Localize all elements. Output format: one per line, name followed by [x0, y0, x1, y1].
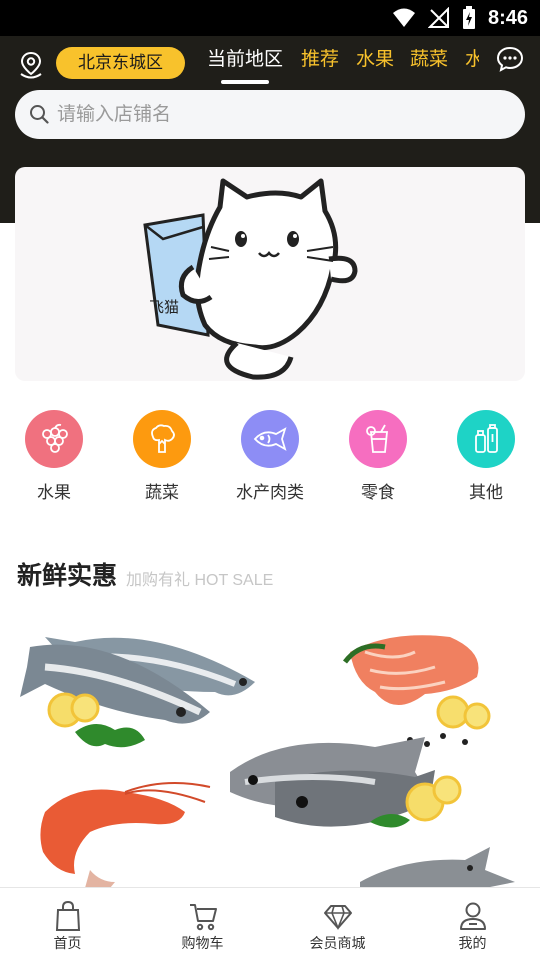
nav-home[interactable]: 首页	[0, 888, 135, 960]
category-fruit[interactable]: 水果	[0, 410, 108, 503]
nav-label: 会员商城	[309, 935, 366, 951]
category-label: 零食	[361, 483, 395, 502]
category-other[interactable]: 其他	[432, 410, 540, 503]
cat-mascot-logo: 飞猫	[143, 178, 358, 380]
diamond-icon	[323, 905, 352, 931]
shrimp-illustration	[40, 782, 211, 888]
section-subtitle: 加购有礼 HOT SALE	[126, 572, 274, 589]
category-label: 水产肉类	[236, 483, 304, 502]
tab-recommend[interactable]: 推荐	[301, 46, 339, 74]
user-icon	[459, 902, 486, 930]
category-label: 蔬菜	[145, 483, 179, 502]
bag-icon	[55, 900, 80, 931]
city-selector[interactable]: 北京东城区	[56, 47, 185, 79]
nav-label: 我的	[458, 935, 487, 951]
status-bar: 8:46	[0, 0, 540, 36]
mackerel-illustration	[360, 847, 515, 888]
promo-banner[interactable]: 飞猫	[15, 167, 525, 381]
search-placeholder: 请输入店铺名	[57, 104, 172, 125]
cat-logo-text: 飞猫	[149, 298, 179, 316]
no-signal-icon	[427, 7, 449, 28]
category-label: 其他	[469, 483, 503, 502]
cart-icon	[189, 904, 217, 931]
tab-current-region[interactable]: 当前地区	[207, 46, 283, 74]
category-tabs: 当前地区 推荐 水果 蔬菜 水	[207, 46, 479, 86]
search-icon	[30, 105, 49, 124]
fish-icon	[241, 410, 299, 468]
sea-bream-illustration	[230, 737, 462, 828]
message-icon[interactable]	[496, 46, 524, 72]
seafood-promo-image[interactable]	[15, 612, 525, 888]
battery-charging-icon	[462, 6, 475, 29]
nav-label: 首页	[53, 935, 82, 951]
nav-cart[interactable]: 购物车	[135, 888, 270, 960]
tab-fruit[interactable]: 水果	[356, 46, 394, 74]
bottom-nav: 首页 购物车 会员商城 我的	[0, 887, 540, 960]
category-snacks[interactable]: 零食	[324, 410, 432, 503]
search-bar[interactable]: 请输入店铺名	[15, 90, 525, 139]
nav-label: 购物车	[181, 935, 224, 951]
tab-vegetable[interactable]: 蔬菜	[410, 46, 448, 74]
grape-icon	[25, 410, 83, 468]
bottles-icon	[457, 410, 515, 468]
fish-illustration	[20, 637, 255, 748]
status-time: 8:46	[487, 6, 528, 29]
category-seafood-meat[interactable]: 水产肉类	[216, 410, 324, 503]
broccoli-icon	[133, 410, 191, 468]
wifi-icon	[392, 8, 415, 27]
drink-icon	[349, 410, 407, 468]
active-tab-indicator	[221, 80, 269, 84]
category-vegetable[interactable]: 蔬菜	[108, 410, 216, 503]
nav-mine[interactable]: 我的	[405, 888, 540, 960]
category-grid: 水果 蔬菜 水产肉类 零食 其他	[0, 410, 540, 505]
app-screen: 8:46 北京东城区 当前地区 推荐 水果 蔬菜 水 请输入店铺名 飞猫 水果 …	[0, 0, 540, 960]
tab-aquatic[interactable]: 水	[465, 46, 479, 74]
section-title: 新鲜实惠	[17, 562, 118, 590]
nav-member-mall[interactable]: 会员商城	[270, 888, 405, 960]
category-label: 水果	[37, 483, 71, 502]
salmon-illustration	[343, 635, 491, 747]
location-pin-icon[interactable]	[17, 50, 45, 80]
